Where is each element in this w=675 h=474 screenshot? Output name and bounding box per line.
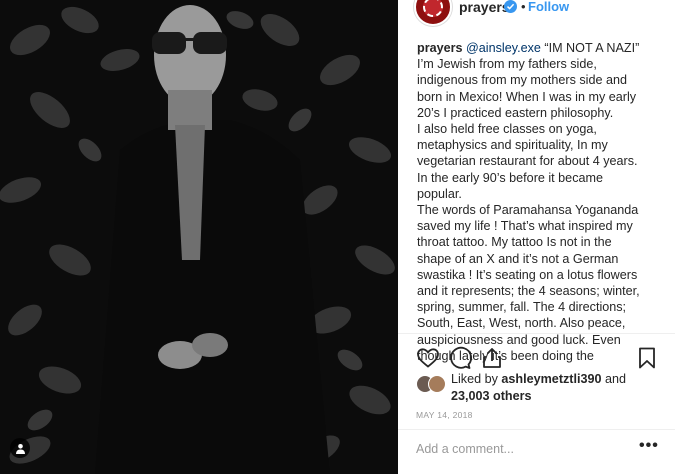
liker-username[interactable]: ashleymetztli390 (501, 372, 601, 386)
liked-by-text: Liked by ashleymetztli390 and 23,003 othe… (451, 372, 627, 403)
post-date[interactable]: MAY 14, 2018 (416, 410, 473, 420)
caption-username[interactable]: prayers (417, 41, 463, 55)
post-header: prayers • Follow (398, 0, 675, 28)
liker-avatar (428, 375, 446, 393)
more-options-button[interactable]: ••• (639, 437, 659, 455)
separator-dot: • (521, 0, 526, 14)
comment-icon[interactable] (448, 346, 472, 370)
caption-mention[interactable]: @ainsley.exe (466, 41, 541, 55)
follow-button[interactable]: Follow (528, 0, 569, 14)
divider (398, 333, 675, 334)
username-link[interactable]: prayers (459, 0, 510, 15)
caption-text: “IM NOT A NAZI” I’m Jewish from my fathe… (417, 41, 640, 363)
share-icon[interactable] (480, 346, 504, 370)
divider (398, 429, 675, 430)
post-photo[interactable] (0, 0, 398, 474)
post-details-panel: prayers • Follow prayers @ainsley.exe “I… (398, 0, 675, 474)
heart-icon[interactable] (416, 346, 440, 370)
comment-input[interactable]: Add a comment... (416, 442, 514, 456)
likes-count[interactable]: 23,003 others (451, 389, 532, 403)
caption: prayers @ainsley.exe “IM NOT A NAZI” I’m… (417, 40, 667, 364)
photo-image (0, 0, 398, 474)
bookmark-icon[interactable] (635, 346, 659, 370)
likes-summary: Liked by ashleymetztli390 and 23,003 othe… (416, 372, 671, 406)
person-tag-icon[interactable] (10, 438, 30, 458)
verified-badge-icon (504, 0, 517, 13)
avatar[interactable] (414, 0, 452, 26)
